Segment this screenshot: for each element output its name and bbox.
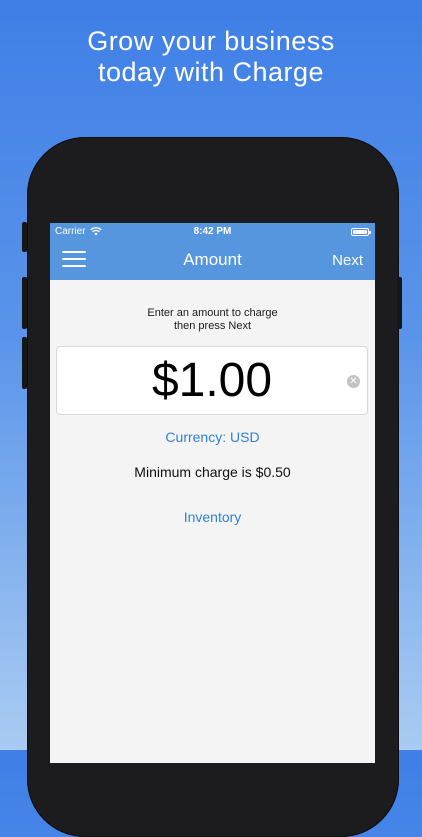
amount-value: $1.00	[151, 354, 273, 407]
page-title: Amount	[183, 250, 242, 269]
currency-button[interactable]: Currency: USD	[50, 429, 375, 445]
nav-bar: Carrier 8:42 PM Amount Next	[50, 223, 375, 280]
inventory-button[interactable]: Inventory	[50, 509, 375, 525]
phone-side-button-power	[397, 277, 402, 329]
instruction-line-2: then press Next	[173, 320, 252, 332]
promo-headline: Grow your business today with Charge	[0, 26, 422, 88]
amount-input[interactable]: $1.00 ✕	[56, 346, 368, 415]
headline-line-2: today with Charge	[97, 57, 325, 87]
phone-side-button-mute	[22, 222, 27, 252]
phone-screen: Carrier 8:42 PM Amount Next Enter an amo…	[50, 223, 375, 763]
next-button[interactable]: Next	[332, 252, 363, 269]
clear-x-icon[interactable]: ✕	[347, 375, 360, 388]
status-time: 8:42 PM	[193, 226, 232, 237]
battery-icon	[351, 228, 371, 236]
phone-side-button-volume-down	[22, 337, 27, 389]
phone-side-button-volume-up	[22, 277, 27, 329]
amount-instructions: Enter an amount to charge then press Nex…	[50, 307, 375, 333]
status-bar: Carrier 8:42 PM	[50, 223, 375, 241]
headline-line-1: Grow your business	[87, 26, 335, 56]
instruction-line-1: Enter an amount to charge	[147, 307, 278, 319]
minimum-charge-text: Minimum charge is $0.50	[134, 464, 291, 480]
